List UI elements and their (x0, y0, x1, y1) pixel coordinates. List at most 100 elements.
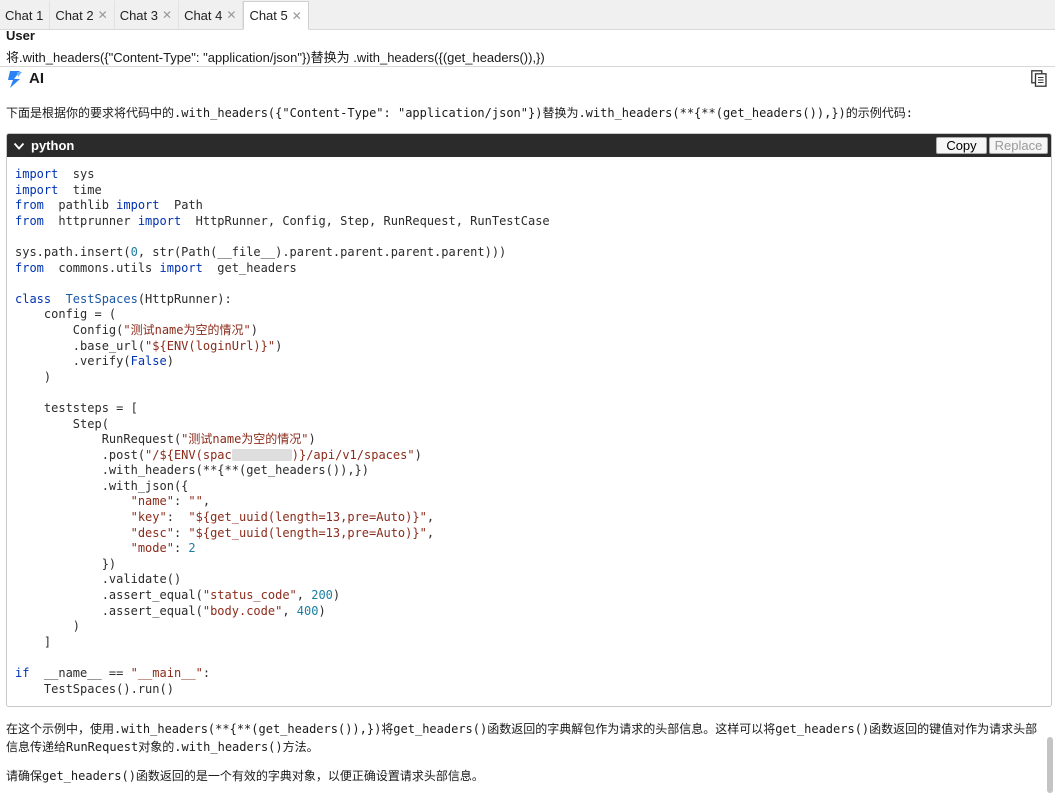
code-line: .assert_equal("status_code", 200) (15, 588, 550, 604)
code-token: 0 (130, 244, 138, 259)
ai-role-label: AI (29, 70, 44, 87)
close-tab-icon[interactable]: ✕ (292, 9, 302, 23)
code-token: "name" (130, 494, 174, 509)
code-line: .assert_equal("body.code", 400) (15, 604, 550, 620)
code-line: from httprunner import HttpRunner, Confi… (15, 214, 550, 230)
chevron-down-icon[interactable] (13, 140, 25, 152)
code-line: "key": "${get_uuid(length=13,pre=Auto)}"… (15, 510, 550, 526)
close-tab-icon[interactable]: ✕ (98, 8, 108, 22)
code-token: import (116, 198, 160, 213)
code-token: "mode" (130, 541, 174, 556)
ai-intro-text: 下面是根据你的要求将代码中的.with_headers({"Content-Ty… (6, 106, 913, 120)
code-token: : (202, 666, 211, 680)
code-token: "body.code" (202, 603, 283, 618)
code-token: import (15, 167, 59, 181)
tab-bar: Chat 1 Chat 2 ✕ Chat 3 ✕ Chat 4 ✕ Chat 5 ✕ (0, 0, 1055, 30)
code-line: "name": "", (15, 494, 550, 510)
code-token: "" (188, 494, 203, 509)
code-line: if __name__ == "__main__": (15, 666, 550, 682)
code-token: ) (414, 447, 422, 462)
tab-chat-1[interactable]: Chat 1 (0, 1, 51, 29)
code-token: : (173, 525, 189, 540)
code-token: (HttpRunner): (137, 291, 232, 306)
scrollbar-thumb[interactable] (1047, 737, 1053, 793)
close-tab-icon[interactable]: ✕ (226, 8, 236, 22)
code-token: if (15, 666, 30, 680)
code-line: ) (15, 370, 550, 386)
code-token: ) (275, 338, 283, 353)
code-block-header: python Copy Replace (7, 134, 1051, 157)
copy-message-icon[interactable] (1031, 70, 1047, 87)
code-token: , (426, 510, 435, 525)
code-token: from (15, 198, 44, 213)
code-token: __name__ == (29, 666, 131, 680)
code-content: import sys import time from pathlib import… (15, 167, 550, 697)
code-token: .verify( (15, 354, 131, 369)
code-line: .post("/${ENV(spac)}/api/v1/spaces") (15, 448, 550, 464)
code-token: ) (166, 354, 174, 369)
code-line: "desc": "${get_uuid(length=13,pre=Auto)}… (15, 526, 550, 542)
close-tab-icon[interactable]: ✕ (162, 8, 172, 22)
code-line: import sys (15, 167, 550, 183)
code-token: "测试name为空的情况" (123, 322, 251, 337)
code-token: TestSpaces().run() (15, 681, 174, 696)
code-token: "测试name为空的情况" (181, 432, 309, 447)
code-line: from commons.utils import get_headers (15, 261, 550, 277)
code-token: "${get_uuid(length=13,pre=Auto)}" (188, 525, 427, 540)
tab-chat-2[interactable]: Chat 2 ✕ (50, 1, 115, 29)
code-token: "${get_uuid(length=13,pre=Auto)}" (188, 510, 427, 525)
code-token: pathlib (43, 198, 117, 213)
code-token: import (15, 182, 59, 197)
code-token: "status_code" (202, 588, 297, 603)
code-token: , (282, 603, 297, 618)
code-line: .with_json({ (15, 479, 550, 495)
tab-chat-3[interactable]: Chat 3 ✕ (115, 1, 180, 29)
code-token: TestSpaces (65, 291, 138, 306)
code-token: 400 (296, 603, 319, 618)
explanation-paragraph: 请确保get_headers()函数返回的是一个有效的字典对象，以便正确设置请求… (6, 769, 484, 783)
code-token: teststeps = [ (15, 400, 138, 415)
code-token: 200 (311, 588, 333, 603)
tab-label: Chat 2 (55, 7, 94, 23)
replace-code-button[interactable]: Replace (989, 137, 1048, 154)
ai-logo-icon (8, 71, 22, 88)
code-token: "${ENV(loginUrl)}" (145, 338, 276, 353)
code-line: Step( (15, 417, 550, 433)
message-divider (0, 66, 1055, 67)
code-token: ) (15, 619, 81, 634)
user-role-label: User (6, 28, 35, 43)
code-line: "mode": 2 (15, 541, 550, 557)
code-token: .assert_equal( (15, 588, 203, 603)
code-token: RunRequest( (15, 432, 182, 447)
code-token: import (159, 260, 203, 275)
code-token: Config( (15, 322, 124, 337)
code-token: get_headers (202, 260, 297, 275)
code-token: .base_url( (15, 338, 146, 353)
code-token: .with_json({ (15, 478, 189, 493)
code-token: HttpRunner, Config, Step, RunRequest, Ru… (181, 213, 550, 228)
code-token: httprunner (43, 213, 138, 228)
code-token: sys.path.insert( (15, 244, 131, 259)
code-token: from (15, 260, 44, 275)
code-line: Config("测试name为空的情况") (15, 323, 550, 339)
code-token: .validate() (15, 572, 182, 587)
code-token: False (130, 354, 167, 369)
code-line: teststeps = [ (15, 401, 550, 417)
code-line: }) (15, 557, 550, 573)
redacted-segment (231, 449, 292, 462)
code-line: import time (15, 183, 550, 199)
copy-code-button[interactable]: Copy (936, 137, 987, 154)
code-token: commons.utils (43, 260, 160, 275)
code-token: ) (250, 322, 258, 337)
code-token: , (296, 588, 312, 603)
code-token: .with_headers(**{**(get_headers()),}) (15, 463, 370, 478)
tab-chat-5[interactable]: Chat 5 ✕ (243, 1, 309, 30)
tab-label: Chat 5 (249, 8, 288, 23)
tab-chat-4[interactable]: Chat 4 ✕ (179, 1, 244, 29)
